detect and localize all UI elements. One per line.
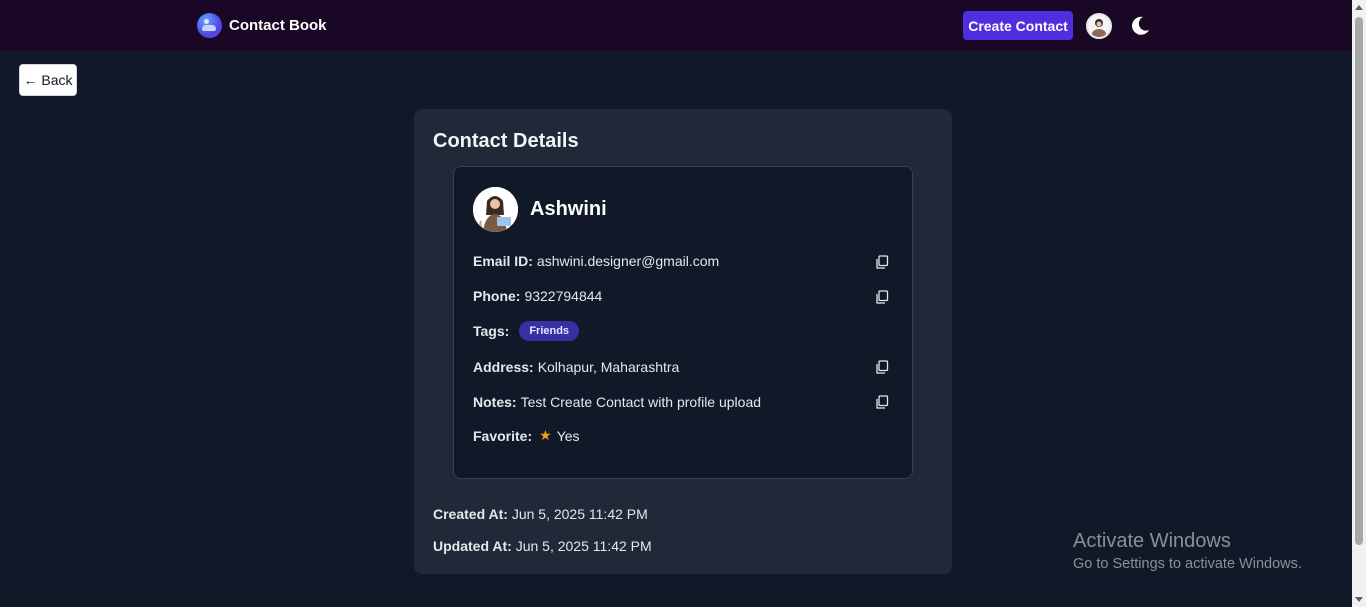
tags-label: Tags: xyxy=(473,323,510,339)
phone-label: Phone: xyxy=(473,288,521,304)
email-value: ashwini.designer@gmail.com xyxy=(536,253,720,269)
watermark-title: Activate Windows xyxy=(1073,530,1231,552)
watermark-subtitle: Go to Settings to activate Windows. xyxy=(1073,556,1302,572)
copy-phone-icon[interactable] xyxy=(875,290,889,304)
copy-email-icon[interactable] xyxy=(875,255,889,269)
notes-label: Notes: xyxy=(473,394,517,410)
favorite-label: Favorite: xyxy=(473,427,533,444)
tags-row: Tags: Friends xyxy=(473,321,580,341)
address-label: Address: xyxy=(473,359,534,375)
brand-title: Contact Book xyxy=(229,17,327,34)
user-avatar-icon[interactable] xyxy=(1086,13,1112,39)
favorite-row: Favorite: ★ Yes xyxy=(473,427,580,444)
copy-notes-icon[interactable] xyxy=(875,395,889,409)
contact-details-card: Contact Details Ashwini Email ID: ashwin… xyxy=(414,109,952,574)
created-label: Created At: xyxy=(433,506,508,522)
notes-row: Notes: Test Create Contact with profile … xyxy=(473,394,761,410)
scroll-down-icon[interactable] xyxy=(1355,597,1363,602)
copy-address-icon[interactable] xyxy=(875,360,889,374)
contact-info-panel: Ashwini Email ID: ashwini.designer@gmail… xyxy=(453,166,913,479)
phone-row: Phone: 9322794844 xyxy=(473,288,602,304)
address-value: Kolhapur, Maharashtra xyxy=(537,359,680,375)
email-row: Email ID: ashwini.designer@gmail.com xyxy=(473,253,719,269)
scrollbar[interactable] xyxy=(1352,0,1366,607)
favorite-value: Yes xyxy=(556,427,580,444)
email-label: Email ID: xyxy=(473,253,533,269)
contact-name: Ashwini xyxy=(530,198,607,220)
updated-label: Updated At: xyxy=(433,538,512,554)
activate-windows-watermark: Activate Windows Go to Settings to activ… xyxy=(1073,530,1302,572)
updated-at: Updated At: Jun 5, 2025 11:42 PM xyxy=(433,538,652,554)
scroll-thumb[interactable] xyxy=(1355,17,1363,545)
profile-avatar xyxy=(473,187,518,232)
moon-icon[interactable] xyxy=(1129,15,1151,37)
back-button[interactable]: ← Back xyxy=(19,64,77,96)
star-icon: ★ xyxy=(539,427,552,443)
created-value: Jun 5, 2025 11:42 PM xyxy=(511,506,648,522)
tag-badge: Friends xyxy=(519,321,580,341)
updated-value: Jun 5, 2025 11:42 PM xyxy=(515,538,652,554)
page-title: Contact Details xyxy=(433,130,579,152)
create-contact-button[interactable]: Create Contact xyxy=(963,11,1073,40)
created-at: Created At: Jun 5, 2025 11:42 PM xyxy=(433,506,648,522)
contact-book-logo-icon xyxy=(197,13,222,38)
scroll-up-icon[interactable] xyxy=(1355,5,1363,10)
notes-value: Test Create Contact with profile upload xyxy=(520,394,762,410)
address-row: Address: Kolhapur, Maharashtra xyxy=(473,359,679,375)
brand[interactable]: Contact Book xyxy=(197,13,327,38)
navbar: Contact Book Create Contact xyxy=(0,0,1352,51)
phone-value: 9322794844 xyxy=(524,288,603,304)
